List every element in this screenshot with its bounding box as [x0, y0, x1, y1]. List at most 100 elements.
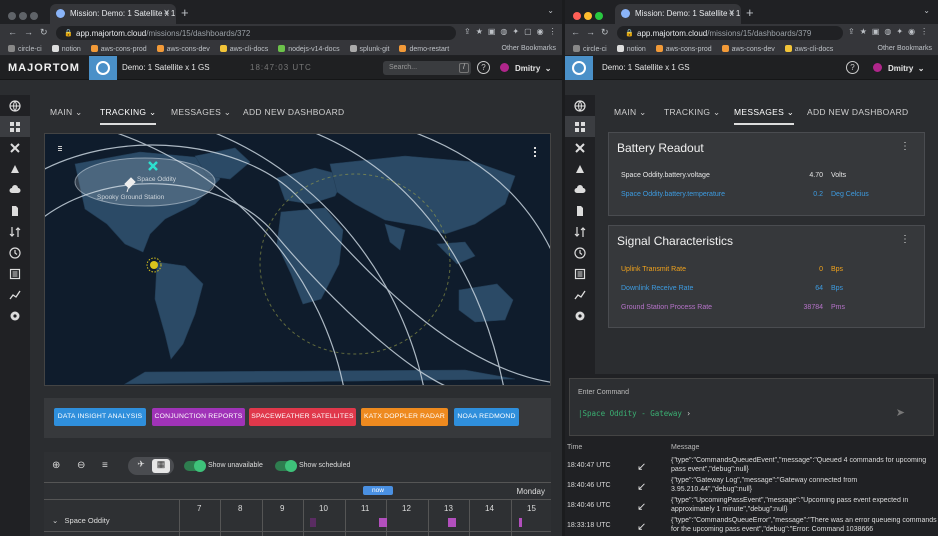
pass-block[interactable] [310, 518, 316, 527]
tab-main[interactable]: MAIN ⌄ [614, 107, 647, 118]
filter-icon[interactable]: ≡ [102, 460, 108, 471]
user-menu[interactable]: Dmitry ⌄ [500, 63, 552, 73]
log-row[interactable]: 18:40:47 UTC ↙ {"type":"CommandsQueuedEv… [565, 457, 938, 476]
ground-track-map[interactable]: Space Oddity Spooky Ground Station [44, 133, 551, 386]
window-controls[interactable] [573, 7, 606, 25]
new-tab-icon[interactable]: + [746, 5, 754, 20]
tab-search-icon[interactable]: ⌄ [923, 6, 930, 15]
file-icon[interactable] [565, 200, 595, 221]
bookmark-item[interactable]: aws-cons-dev [721, 45, 775, 53]
timeline-row-satellite[interactable]: ⌄ Space Oddity [52, 516, 110, 525]
bookmark-item[interactable]: aws-cons-prod [90, 45, 147, 53]
help-icon[interactable]: ? [477, 61, 490, 74]
file-icon[interactable] [0, 200, 30, 221]
zoom-out-icon[interactable]: ⊖ [77, 460, 85, 471]
tab-add-dashboard[interactable]: ADD NEW DASHBOARD [807, 107, 908, 117]
close-tab-icon[interactable]: ✕ [163, 8, 170, 17]
antenna-icon[interactable] [0, 158, 30, 179]
chip-conjunction[interactable]: CONJUNCTION REPORTS [152, 408, 245, 426]
command-input-box[interactable]: Enter Command |Space Oddity - Gateway › … [569, 378, 934, 436]
log-icon[interactable] [0, 263, 30, 284]
tab-tracking[interactable]: TRACKING ⌄ [100, 107, 157, 125]
bookmark-item[interactable]: aws-cons-dev [156, 45, 210, 53]
browser-tab[interactable]: Mission: Demo: 1 Satellite x 1 G ✕ [50, 4, 176, 24]
tab-tracking[interactable]: TRACKING ⌄ [664, 107, 720, 118]
back-icon[interactable]: ← [8, 27, 17, 37]
url-field[interactable]: 🔒 app.majortom.cloud/missions/15/dashboar… [617, 26, 843, 40]
history-icon[interactable] [565, 242, 595, 263]
satellite-icon[interactable] [0, 137, 30, 158]
command-input[interactable]: |Space Oddity - Gateway › [578, 409, 691, 418]
chip-data-insight[interactable]: DATA INSIGHT ANALYSIS [54, 408, 146, 426]
majortom-logo[interactable]: MAJORTOM [8, 62, 80, 74]
metric-row[interactable]: Space Oddity.battery.temperature 0.2 Deg… [621, 191, 869, 198]
mission-name[interactable]: Demo: 1 Satellite x 1 GS [122, 63, 210, 72]
settings-icon[interactable] [565, 305, 595, 326]
tab-messages[interactable]: MESSAGES ⌄ [171, 107, 231, 118]
card-menu-icon[interactable]: ⋮ [900, 141, 910, 152]
metric-row[interactable]: Downlink Receive Rate 64 Bps [621, 285, 843, 292]
bookmark-item[interactable]: nodejs-v14-docs [278, 45, 340, 53]
extension-icons[interactable]: ⇪★▣◍✦▢◉⋮ [464, 27, 562, 36]
metric-row[interactable]: Ground Station Process Rate 38784 Pms [621, 304, 845, 311]
cloud-upload-icon[interactable] [0, 179, 30, 200]
chip-katx[interactable]: KATX DOPPLER RADAR [361, 408, 448, 426]
new-tab-icon[interactable]: + [181, 5, 189, 20]
calendar-view-icon[interactable]: ▦ [152, 459, 170, 473]
chip-noaa[interactable]: NOAA REDMOND [454, 408, 519, 426]
chart-icon[interactable] [565, 284, 595, 305]
reload-icon[interactable]: ↻ [601, 27, 609, 38]
bookmark-item[interactable]: notion [51, 45, 81, 53]
transfer-icon[interactable] [0, 221, 30, 242]
window-controls[interactable] [8, 7, 41, 25]
forward-icon[interactable]: → [24, 27, 33, 37]
settings-icon[interactable] [0, 305, 30, 326]
forward-icon[interactable]: → [586, 27, 595, 37]
satellite-icon[interactable] [565, 137, 595, 158]
antenna-icon[interactable] [565, 158, 595, 179]
bookmark-item[interactable]: circle-ci [573, 45, 607, 53]
dashboard-icon[interactable] [565, 116, 595, 137]
bookmark-item[interactable]: circle-ci [8, 45, 42, 53]
cloud-upload-icon[interactable] [565, 179, 595, 200]
extension-icons[interactable]: ⇪★▣◍✦◉⋮ [848, 27, 933, 36]
satellite-view-icon[interactable]: ✈ [132, 459, 150, 473]
url-field[interactable]: 🔒 app.majortom.cloud/missions/15/dashboar… [56, 26, 456, 40]
back-icon[interactable]: ← [571, 27, 580, 37]
other-bookmarks[interactable]: Other Bookmarks [878, 45, 932, 52]
show-scheduled-toggle[interactable] [275, 460, 297, 472]
mission-name[interactable]: Demo: 1 Satellite x 1 GS [602, 63, 690, 72]
bookmark-item[interactable]: notion [616, 45, 646, 53]
log-row[interactable]: 18:40:46 UTC ↙ {"type":"UpcomingPassEven… [565, 497, 938, 516]
other-bookmarks[interactable]: Other Bookmarks [502, 45, 556, 52]
tab-search-icon[interactable]: ⌄ [547, 6, 554, 15]
browser-tab[interactable]: Mission: Demo: 1 Satellite x 1 G ✕ [615, 4, 741, 24]
card-menu-icon[interactable]: ⋮ [900, 234, 910, 245]
map-menu-icon[interactable] [534, 147, 536, 157]
bookmark-item[interactable]: aws-cons-prod [655, 45, 712, 53]
send-icon[interactable]: ➤ [896, 406, 905, 419]
search-input[interactable]: Search... / [383, 61, 471, 75]
timeline-grid[interactable]: now Monday 7 8 9 10 11 12 13 14 15 [44, 482, 551, 536]
pass-block[interactable] [379, 518, 387, 527]
bookmark-item[interactable]: aws-cli-docs [219, 45, 268, 53]
metric-row[interactable]: Uplink Transmit Rate 0 Bps [621, 266, 843, 273]
zoom-in-icon[interactable]: ⊕ [52, 460, 60, 471]
tab-main[interactable]: MAIN ⌄ [50, 107, 83, 118]
log-row[interactable]: 18:33:18 UTC ↙ {"type":"CommandsQueueErr… [565, 517, 938, 536]
view-toggle[interactable]: ✈ ▦ [128, 457, 174, 475]
metric-row[interactable]: Space Oddity.battery.voltage 4.70 Volts [621, 172, 846, 179]
drag-handle-icon[interactable] [58, 146, 62, 151]
log-icon[interactable] [565, 263, 595, 284]
pass-block[interactable] [519, 518, 522, 527]
mission-icon[interactable] [565, 56, 593, 80]
pass-block[interactable] [448, 518, 456, 527]
dashboard-icon[interactable] [0, 116, 30, 137]
bookmark-item[interactable]: splunk-git [349, 45, 390, 53]
chip-spaceweather[interactable]: SPACEWEATHER SATELLITES [249, 408, 356, 426]
bookmark-item[interactable]: aws-cli-docs [784, 45, 833, 53]
bookmark-item[interactable]: demo-restart [399, 45, 449, 53]
transfer-icon[interactable] [565, 221, 595, 242]
tab-add-dashboard[interactable]: ADD NEW DASHBOARD [243, 107, 344, 117]
mission-icon[interactable] [89, 56, 117, 80]
